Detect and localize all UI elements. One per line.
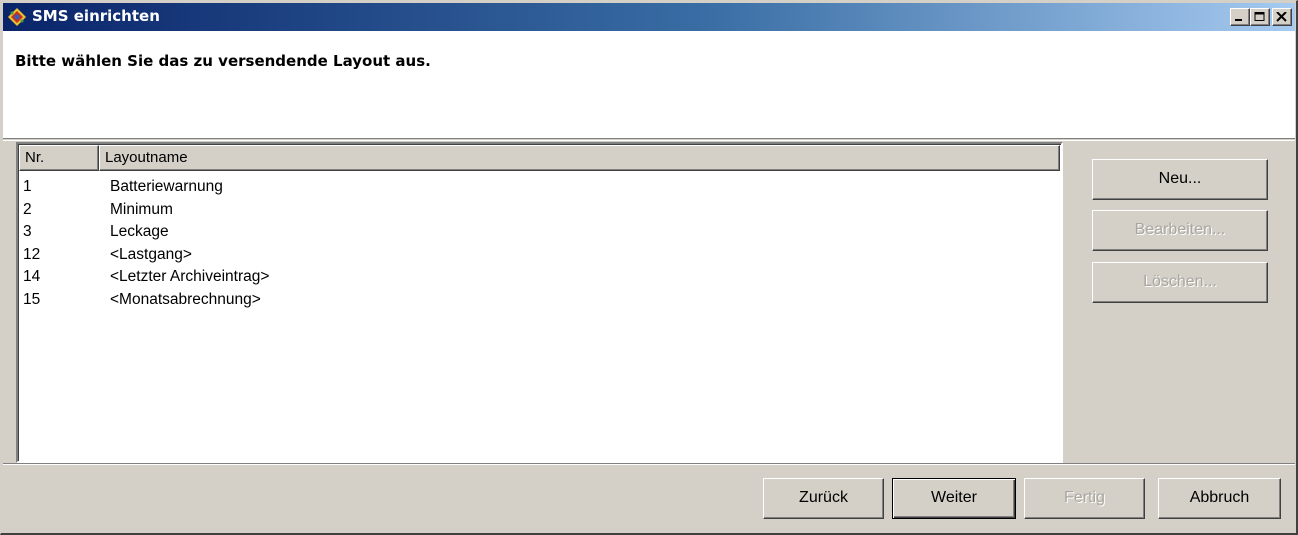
minimize-button[interactable]	[1230, 8, 1250, 26]
item-name: Leckage	[110, 223, 169, 240]
title-bar[interactable]: SMS einrichten	[3, 3, 1295, 31]
maximize-button[interactable]	[1250, 8, 1270, 26]
item-nr: 14	[23, 268, 41, 285]
item-nr: 3	[23, 223, 32, 240]
layout-list[interactable]: Nr. Layoutname 1 Batteriewarnung 2 Minim…	[16, 142, 1063, 463]
close-icon	[1276, 12, 1287, 22]
finish-button[interactable]: Fertig	[1024, 478, 1145, 519]
back-button[interactable]: Zurück	[763, 478, 884, 519]
maximize-icon	[1254, 12, 1265, 21]
item-name: <Lastgang>	[110, 245, 192, 263]
header-panel: Bitte wählen Sie das zu versendende Layo…	[3, 31, 1295, 139]
delete-layout-button[interactable]: Löschen...	[1092, 262, 1268, 303]
item-nr: 12	[23, 245, 41, 263]
item-nr: 1	[23, 178, 32, 195]
next-button[interactable]: Weiter	[892, 478, 1016, 519]
item-name: Minimum	[110, 200, 173, 218]
cancel-button[interactable]: Abbruch	[1158, 478, 1281, 519]
column-header-nr[interactable]: Nr.	[19, 145, 99, 171]
header-divider	[3, 140, 1295, 141]
dialog-window: SMS einrichten Bitte wählen Sie das zu v…	[0, 0, 1298, 535]
item-name: <Letzter Archiveintrag>	[110, 268, 270, 285]
app-diamond-icon	[8, 8, 26, 26]
edit-layout-button[interactable]: Bearbeiten...	[1092, 210, 1268, 251]
new-layout-button[interactable]: Neu...	[1092, 159, 1268, 200]
item-name: Batteriewarnung	[110, 178, 223, 195]
item-name: <Monatsabrechnung>	[110, 290, 261, 308]
window-title: SMS einrichten	[32, 7, 160, 25]
footer-divider-highlight	[3, 464, 1295, 465]
close-button[interactable]	[1272, 8, 1292, 26]
instruction-text: Bitte wählen Sie das zu versendende Layo…	[15, 52, 431, 70]
column-header-layoutname[interactable]: Layoutname	[99, 145, 1060, 171]
item-nr: 15	[23, 290, 41, 308]
list-header: Nr. Layoutname	[19, 145, 1060, 171]
minimize-icon	[1235, 19, 1242, 21]
item-nr: 2	[23, 200, 32, 218]
